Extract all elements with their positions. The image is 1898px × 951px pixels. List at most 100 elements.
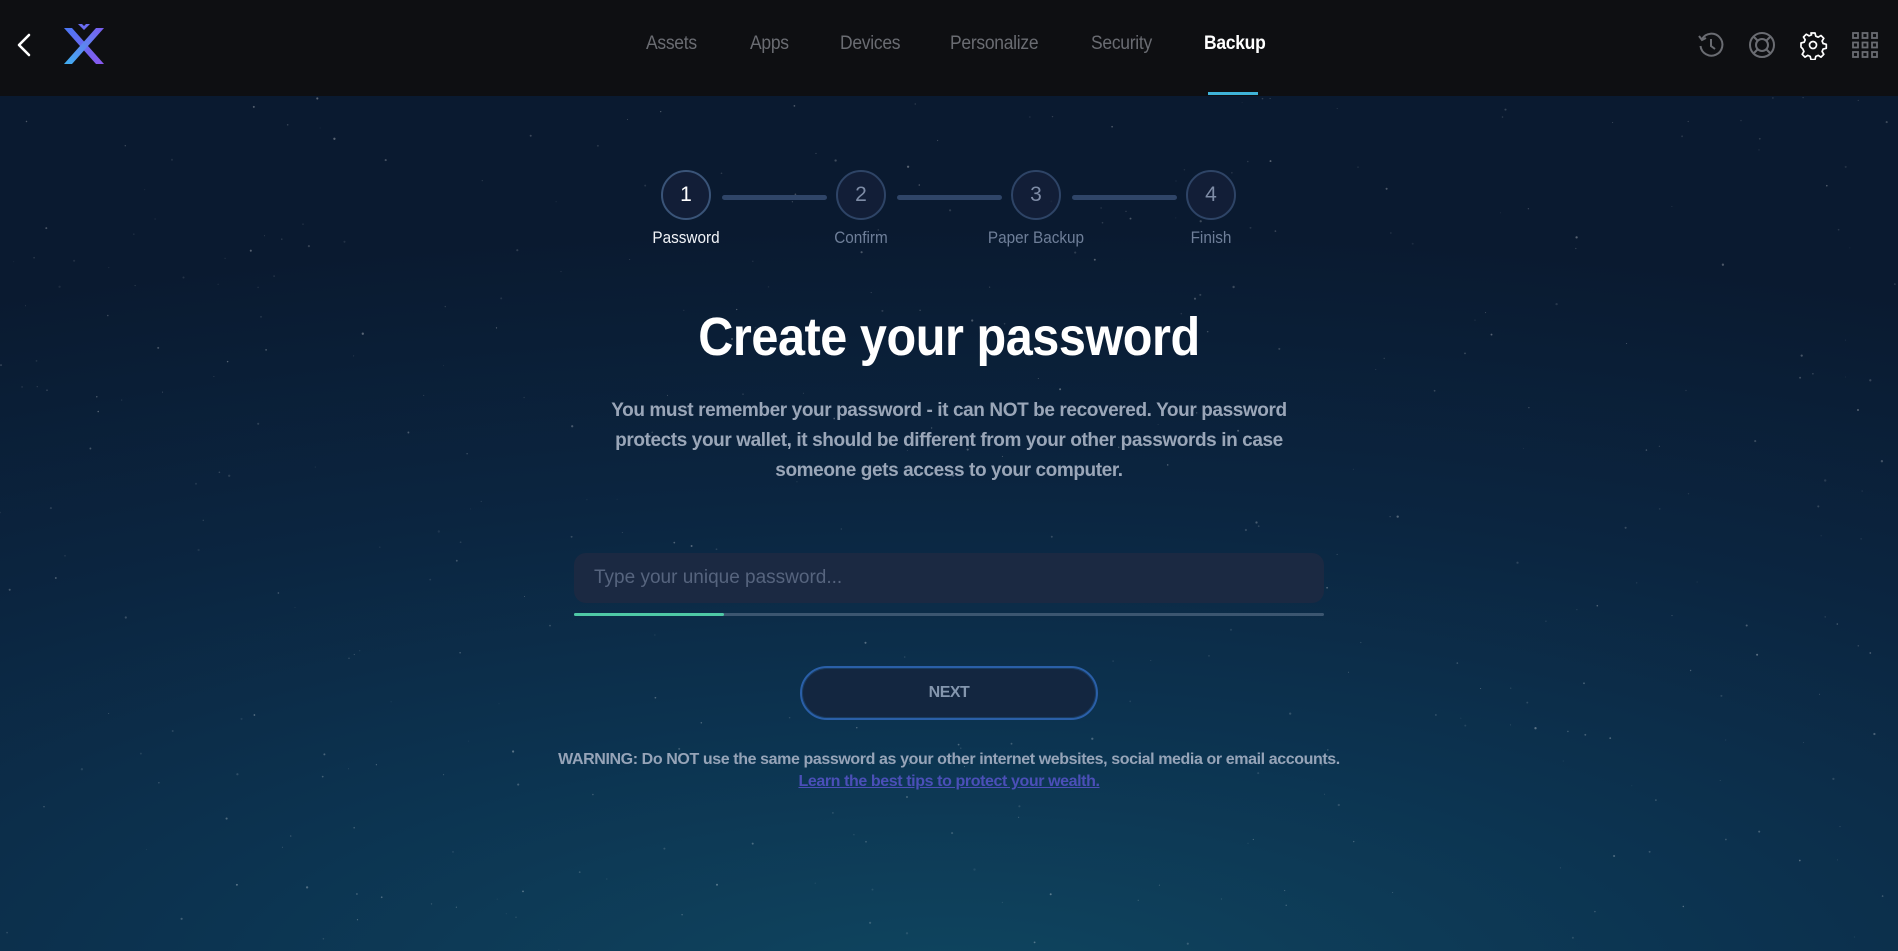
star — [871, 888, 874, 891]
star — [1353, 840, 1355, 843]
step-connector — [897, 195, 1002, 200]
star — [505, 913, 507, 915]
star — [700, 722, 703, 724]
help-button[interactable] — [1747, 30, 1777, 60]
settings-button[interactable] — [1798, 30, 1828, 61]
star — [294, 607, 296, 608]
star — [281, 846, 283, 848]
star — [1583, 682, 1585, 685]
star — [1010, 742, 1013, 745]
star — [35, 360, 38, 362]
star — [1029, 116, 1031, 118]
star — [549, 624, 551, 627]
apps-menu-button[interactable] — [1850, 30, 1880, 60]
star — [437, 530, 440, 533]
star — [224, 257, 226, 260]
star — [25, 305, 26, 307]
star — [1050, 535, 1053, 538]
star — [1658, 508, 1661, 510]
star — [1824, 479, 1827, 482]
star — [1860, 538, 1862, 540]
star — [252, 105, 255, 108]
star — [1725, 739, 1727, 741]
star — [1571, 936, 1574, 939]
star — [322, 937, 325, 940]
star — [1357, 166, 1359, 168]
star — [1257, 525, 1260, 528]
nav-tab-security[interactable]: Security — [1091, 33, 1152, 55]
star — [359, 650, 361, 652]
star — [1360, 641, 1362, 644]
star — [627, 119, 628, 120]
star — [1720, 694, 1723, 697]
security-tips-link[interactable]: Learn the best tips to protect your weal… — [798, 773, 1099, 790]
star — [316, 97, 319, 100]
nav-tab-assets[interactable]: Assets — [646, 33, 697, 55]
star — [1336, 553, 1338, 555]
star — [1758, 149, 1760, 151]
star — [108, 713, 110, 714]
star — [1609, 737, 1612, 739]
star — [629, 259, 631, 260]
star — [1049, 893, 1052, 896]
star — [1758, 830, 1761, 833]
star — [319, 127, 321, 129]
star — [13, 261, 15, 263]
star — [1480, 688, 1482, 690]
star — [815, 152, 817, 154]
star — [54, 577, 57, 579]
star — [832, 812, 834, 814]
star — [1528, 407, 1530, 409]
star — [1059, 388, 1062, 391]
star — [1510, 687, 1512, 689]
top-navigation-bar: Assets Apps Devices Personalize Security… — [0, 0, 1898, 96]
nav-tab-devices[interactable]: Devices — [840, 33, 901, 55]
star — [1074, 251, 1077, 254]
star — [814, 882, 816, 884]
star — [523, 396, 525, 399]
next-button[interactable]: NEXT — [800, 666, 1098, 720]
page-description: You must remember your password - it can… — [611, 400, 1287, 481]
star — [1091, 737, 1094, 740]
star — [558, 949, 560, 951]
star — [1845, 339, 1847, 341]
star — [1624, 526, 1627, 529]
star — [767, 286, 770, 288]
star — [906, 796, 908, 798]
star — [742, 393, 744, 395]
star — [380, 896, 383, 899]
nav-tab-backup[interactable]: Backup — [1204, 33, 1266, 55]
star — [379, 546, 381, 548]
star — [903, 656, 906, 658]
step-1-label: Password — [652, 228, 720, 247]
star — [596, 144, 599, 147]
password-input[interactable] — [574, 553, 1324, 603]
star — [1396, 515, 1399, 518]
star — [1375, 369, 1377, 371]
nav-tab-personalize[interactable]: Personalize — [950, 33, 1039, 55]
step-2-circle: 2 — [836, 170, 886, 220]
star — [951, 832, 954, 835]
history-button[interactable] — [1696, 30, 1726, 60]
star — [571, 425, 574, 428]
star — [146, 848, 147, 850]
star — [1522, 447, 1524, 449]
star — [1247, 842, 1249, 844]
star — [1857, 645, 1860, 647]
star — [1324, 793, 1325, 795]
star — [1504, 108, 1507, 111]
star — [1687, 493, 1690, 495]
star — [1696, 581, 1698, 583]
star — [134, 285, 136, 287]
star — [570, 535, 573, 538]
star — [1844, 165, 1847, 168]
star — [1682, 905, 1685, 908]
apps-grid-icon — [1852, 32, 1878, 58]
nav-tab-apps[interactable]: Apps — [750, 33, 789, 55]
step-2-label: Confirm — [834, 228, 888, 247]
star — [1018, 816, 1020, 818]
star — [1186, 942, 1189, 945]
star — [663, 847, 666, 850]
star — [213, 376, 215, 377]
star — [1229, 628, 1233, 631]
